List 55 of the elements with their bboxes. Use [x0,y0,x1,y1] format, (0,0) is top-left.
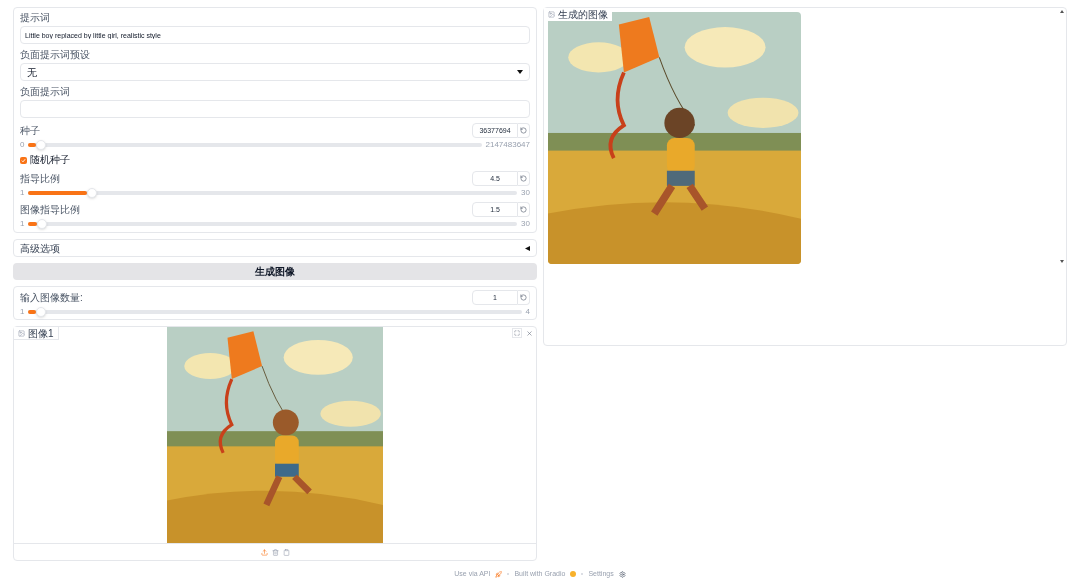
reset-icon [520,175,527,182]
upload-button[interactable] [260,548,268,556]
slider-track[interactable] [28,309,522,314]
slider-max: 30 [521,219,530,228]
negative-prompt-field[interactable] [20,100,530,118]
slider-thumb[interactable] [35,306,46,317]
accordion-label: 高级选项 [20,241,60,256]
image-icon [18,329,25,337]
reset-button[interactable] [518,123,530,138]
rocket-icon [495,570,503,578]
field-label: 提示词 [20,12,51,24]
reset-button[interactable] [518,202,530,217]
slider-track[interactable] [28,190,518,195]
slider-label: 指导比例 [20,172,60,185]
slider-max: 4 [525,307,530,316]
reset-button[interactable] [518,171,530,186]
checkbox-label: 随机种子 [30,154,70,166]
slider-min: 1 [20,188,25,197]
close-button[interactable] [524,328,534,338]
reset-icon [520,206,527,213]
preset-dropdown[interactable]: 无 [20,63,530,81]
slider-max: 2147483647 [485,140,530,149]
slider-min: 1 [20,219,25,228]
dropdown-value: 无 [27,65,37,80]
slider-label: 图像指导比例 [20,203,80,216]
slider-label: 输入图像数量: [20,291,83,304]
field-label: 负面提示词预设 [20,49,91,61]
image-label: 图像1 [28,327,54,339]
slider-track[interactable] [28,142,482,147]
slider-min: 1 [20,307,25,316]
scroll-down-icon [1060,260,1064,263]
check-icon [21,157,26,163]
slider-thumb[interactable] [36,218,47,229]
caret-icon [517,70,523,74]
reset-icon [520,294,527,301]
triangle-icon [525,245,530,251]
clipboard-button[interactable] [282,548,290,556]
gradio-logo-icon [570,571,577,578]
settings-icon [618,570,626,578]
slider-track[interactable] [28,221,518,226]
image-icon [548,11,555,18]
slider-label: 种子 [20,124,40,137]
fullscreen-button[interactable] [512,328,522,338]
advanced-accordion[interactable]: 高级选项 [13,239,537,257]
slider-thumb[interactable] [87,187,98,198]
image-label: 生成的图像 [558,9,608,20]
slider-thumb[interactable] [36,139,47,150]
reset-button[interactable] [518,290,530,305]
checkbox[interactable] [20,156,27,164]
scroll-up-icon [1060,10,1064,13]
slider-min: 0 [20,140,25,149]
field-label: 负面提示词 [20,86,71,98]
slider-max: 30 [521,188,530,197]
generate-button[interactable]: 生成图像 [13,263,537,280]
reset-icon [520,127,527,134]
